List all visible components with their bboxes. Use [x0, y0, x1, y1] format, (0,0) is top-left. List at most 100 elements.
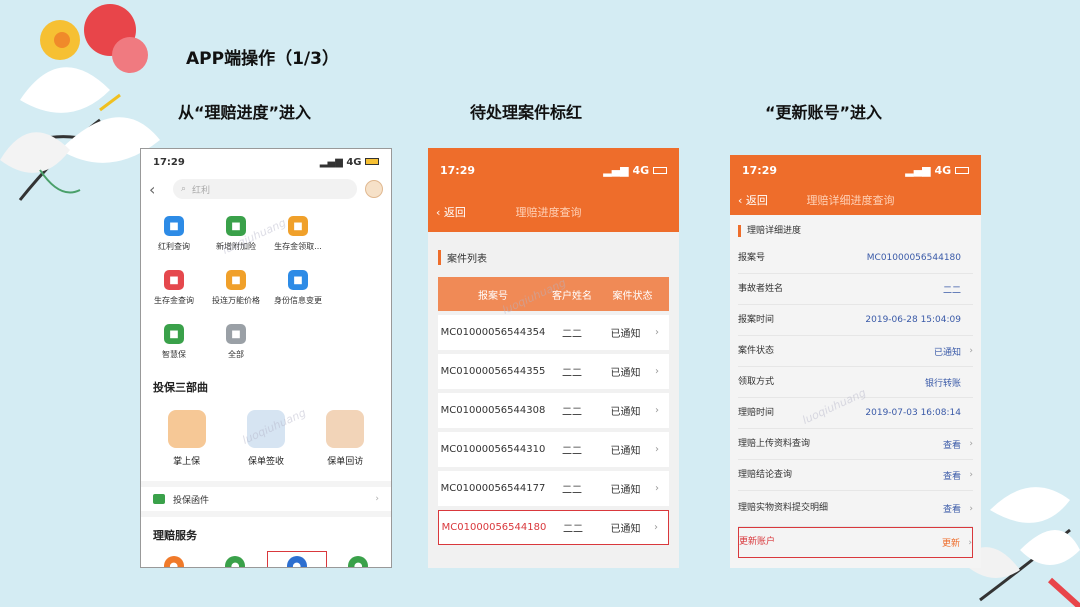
- search-input[interactable]: ⌕ 红利: [173, 179, 357, 199]
- claim-service-item[interactable]: ●理赔进度: [266, 551, 327, 567]
- claim-report-icon: ●: [163, 556, 184, 567]
- detail-row[interactable]: 理赔上传资料查询 查看 ›: [738, 429, 973, 460]
- back-button[interactable]: ‹ 返回: [436, 204, 466, 220]
- table-row[interactable]: MC01000056544355 二二 已通知 ›: [438, 354, 669, 389]
- detail-list: 报案号 MC01000056544180 事故者姓名 二二 报案时间 2019-06-28…: [730, 243, 981, 558]
- case-no: MC01000056544310: [440, 444, 546, 455]
- all-icon: ■: [226, 324, 246, 344]
- survival-claim-icon: ■: [288, 216, 308, 236]
- chevron-right-icon: ›: [969, 439, 973, 449]
- battery-icon: [653, 166, 667, 174]
- chevron-right-icon: ›: [969, 346, 973, 356]
- detail-key: 领取方式: [738, 376, 775, 387]
- insure-mail-label: 投保函件: [173, 495, 210, 506]
- grid-item-label: 全部: [228, 350, 244, 359]
- grid-item[interactable]: ■ 生存金领取...: [267, 207, 329, 261]
- table-row[interactable]: MC01000056544177 二二 已通知 ›: [438, 471, 669, 506]
- table-row[interactable]: MC01000056544180 二二 已通知 ›: [438, 510, 669, 545]
- step-label: 保单回访: [327, 457, 364, 467]
- signal-icon: ▂▄▆: [603, 163, 629, 177]
- customer-name: 二二: [562, 407, 582, 418]
- claim-apply-icon: ●: [225, 556, 246, 567]
- status-time: 17:29: [742, 163, 778, 177]
- header-customer-name: 客户姓名: [552, 290, 592, 302]
- grid-item-label: 投连万能价格: [212, 296, 260, 305]
- back-button[interactable]: ‹ 返回: [738, 192, 768, 208]
- palm-insure-icon: [167, 410, 206, 448]
- customer-name: 二二: [563, 524, 583, 535]
- claim-service-item[interactable]: ●理赔申请: [205, 551, 265, 567]
- signal-icon: ▂▄▆: [319, 156, 343, 168]
- hospital-icon: ●: [348, 556, 369, 567]
- customer-name: 二二: [562, 485, 582, 496]
- insure-mail-row[interactable]: 投保函件 ›: [141, 481, 391, 517]
- step-item[interactable]: 保单签收: [246, 410, 285, 467]
- price-icon: ■: [226, 270, 246, 290]
- status-time: 17:29: [440, 163, 476, 177]
- detail-value: 已通知: [933, 347, 961, 358]
- search-icon: ⌕: [181, 184, 187, 194]
- grid-item-label: 身份信息变更: [274, 296, 322, 305]
- customer-name: 二二: [562, 368, 582, 379]
- grid-item[interactable]: ■ 生存金查询: [143, 261, 205, 315]
- case-status: 已通知: [610, 329, 641, 340]
- case-status: 已通知: [610, 485, 641, 496]
- detail-value: MC01000056544180: [866, 253, 961, 263]
- case-no: MC01000056544308: [440, 405, 546, 416]
- slide-title: APP端操作（1/3）: [186, 49, 339, 69]
- case-status: 已通知: [610, 446, 641, 457]
- section-title-claim-service: 理赔服务: [153, 529, 197, 542]
- detail-row[interactable]: 案件状态 已通知 ›: [738, 336, 973, 367]
- nav-bar: ‹ 返回 理赔进度查询: [428, 192, 679, 232]
- status-signal: ▂▄▆ 4G: [603, 164, 667, 177]
- grid-item[interactable]: ■ 身份信息变更: [267, 261, 329, 315]
- table-row[interactable]: MC01000056544354 二二 已通知 ›: [438, 315, 669, 350]
- case-no: MC01000056544177: [440, 483, 546, 494]
- table-row[interactable]: MC01000056544310 二二 已通知 ›: [438, 432, 669, 467]
- chevron-right-icon: ›: [654, 522, 658, 533]
- case-status: 已通知: [610, 407, 641, 418]
- header-case-status: 案件状态: [612, 290, 653, 302]
- claim-service-item[interactable]: ●定点医院: [328, 551, 388, 567]
- status-bar: 17:29 ▂▄▆ 4G: [141, 149, 391, 175]
- grid-item[interactable]: ■ 新增附加险: [205, 207, 267, 261]
- claim-service-item[interactable]: ●理赔报案: [144, 551, 204, 567]
- detail-section-title: 理赔详细进度: [738, 225, 973, 237]
- chevron-right-icon: ›: [655, 444, 659, 455]
- back-icon[interactable]: ‹: [149, 180, 165, 199]
- customer-name: 二二: [562, 446, 582, 457]
- smart-icon: ■: [164, 324, 184, 344]
- policy-visit-icon: [326, 410, 365, 448]
- battery-icon: [365, 157, 379, 165]
- caption-pending-red: 待处理案件标红: [470, 103, 583, 122]
- detail-value: 查看: [942, 505, 961, 515]
- chevron-right-icon: ›: [655, 405, 659, 416]
- phone-claim-list: 17:29 ▂▄▆ 4G ‹ 返回 理赔进度查询 案件列表 报案号 客户姓名 案…: [428, 148, 679, 568]
- detail-key: 理赔结论查询: [738, 469, 793, 480]
- bonus-query-icon: ■: [164, 216, 184, 236]
- case-table-body: MC01000056544354 二二 已通知 › MC01000056544355 二二…: [428, 315, 679, 545]
- grid-item[interactable]: ■ 智慧保: [143, 315, 205, 369]
- battery-icon: [955, 166, 969, 174]
- avatar[interactable]: [365, 180, 383, 198]
- detail-key: 报案时间: [738, 314, 775, 325]
- detail-row[interactable]: 理赔结论查询 查看 ›: [738, 460, 973, 491]
- case-no: MC01000056544180: [441, 522, 547, 533]
- step-item[interactable]: 保单回访: [326, 410, 365, 467]
- detail-row[interactable]: 理赔实物资料提交明细 查看 ›: [738, 491, 973, 527]
- status-bar: 17:29 ▂▄▆ 4G: [730, 155, 981, 185]
- caption-update-account: “更新账号”进入: [765, 103, 883, 122]
- grid-item-label: 红利查询: [158, 242, 190, 251]
- chevron-left-icon: ‹: [738, 194, 743, 207]
- detail-row[interactable]: 更新账户 更新 ›: [738, 527, 973, 558]
- chevron-right-icon: ›: [968, 537, 972, 548]
- nav-title: 理赔进度查询: [515, 206, 582, 219]
- table-row[interactable]: MC01000056544308 二二 已通知 ›: [438, 393, 669, 428]
- grid-item[interactable]: ■ 全部: [205, 315, 267, 369]
- signal-icon: ▂▄▆: [905, 163, 931, 177]
- step-item[interactable]: 掌上保: [167, 410, 206, 467]
- grid-item[interactable]: ■ 红利查询: [143, 207, 205, 261]
- grid-item-label: 生存金领取...: [274, 242, 322, 251]
- grid-item[interactable]: ■ 投连万能价格: [205, 261, 267, 315]
- grid-item-label: 生存金查询: [154, 296, 194, 305]
